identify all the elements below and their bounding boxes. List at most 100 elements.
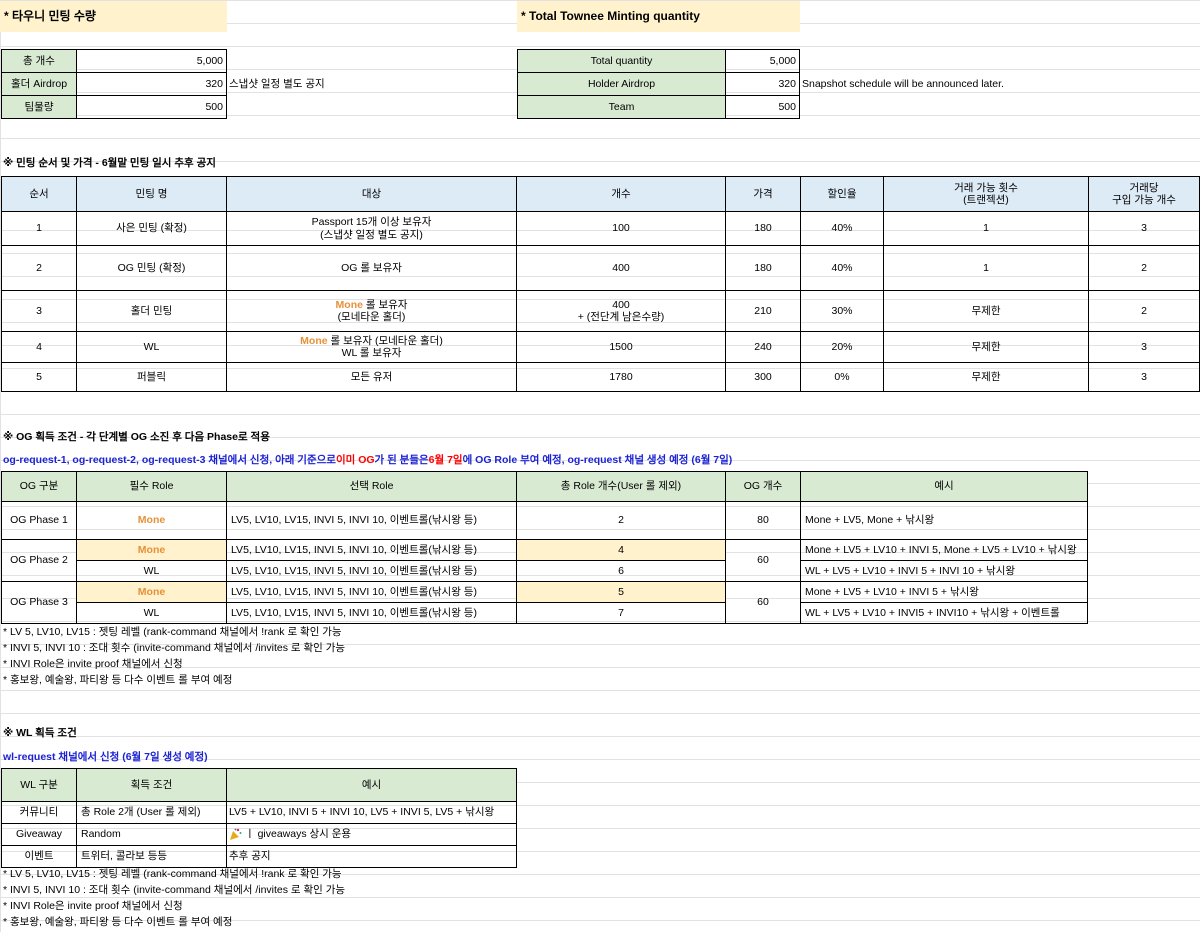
og-total-roles: 6 — [516, 560, 726, 582]
en-qty-note: Snapshot schedule will be announced late… — [802, 77, 1004, 90]
mint-header-tx: 거래 가능 횟수 (트랜젝션) — [883, 176, 1089, 212]
og-required-role: WL — [76, 560, 227, 582]
og-example: Mone + LV5 + LV10 + INVI 5 + 낚시왕 — [800, 581, 1088, 603]
og-total-roles: 5 — [516, 581, 726, 603]
mint-target-line: OG 롤 보유자 — [341, 262, 402, 274]
mint-header-qty: 개수 — [516, 176, 726, 212]
mint-target: 모든 유저 — [226, 362, 517, 392]
mint-discount: 30% — [800, 290, 884, 332]
og-phase-cell: OG Phase 3 — [1, 581, 77, 624]
mint-per-text: 2 — [1141, 304, 1147, 317]
mint-target: OG 롤 보유자 — [226, 245, 517, 291]
og-example: Mone + LV5 + LV10 + INVI 5, Mone + LV5 +… — [800, 539, 1088, 561]
en-qty-label: Team — [517, 95, 726, 119]
mint-tx: 1 — [883, 245, 1089, 291]
mint-discount: 0% — [800, 362, 884, 392]
ko-qty-label: 홀더 Airdrop — [1, 72, 77, 96]
mint-per-text: 2 — [1141, 261, 1147, 274]
og-count: 60 — [725, 539, 801, 582]
og-total-roles: 7 — [516, 602, 726, 624]
mint-per: 3 — [1088, 331, 1200, 363]
ko-qty-label: 총 개수 — [1, 49, 77, 73]
wl-type: 커뮤니티 — [1, 801, 77, 824]
mint-qty-extra: + (전단계 남은수량) — [577, 311, 665, 323]
og-example: WL + LV5 + LV10 + INVI5 + INVI10 + 낚시왕 +… — [800, 602, 1088, 624]
og-note: * INVI 5, INVI 10 : 조대 횟수 (invite-comman… — [3, 641, 346, 654]
og-phase-cell: OG Phase 1 — [1, 501, 77, 540]
og-required-role: WL — [76, 602, 227, 624]
mint-per: 2 — [1088, 245, 1200, 291]
ko-title: * 타우니 민팅 수량 — [0, 1, 227, 32]
wl-condition: 트위터, 콜라보 등등 — [76, 845, 227, 868]
og-optional-role: LV5, LV10, LV15, INVI 5, INVI 10, 이벤트롤(낚… — [226, 602, 517, 624]
mint-name-text: 퍼블릭 — [137, 370, 166, 383]
ko-qty-label: 팀물량 — [1, 95, 77, 119]
og-required-role: Mone — [76, 581, 227, 603]
og-required-role: Mone — [76, 501, 227, 540]
og-count: 60 — [725, 581, 801, 624]
mint-qty: 100 — [516, 211, 726, 246]
mint-tx: 1 — [883, 211, 1089, 246]
mint-price: 300 — [725, 362, 801, 392]
wl-condition: Random — [76, 823, 227, 846]
mint-name: 퍼블릭 — [76, 362, 227, 392]
og-header-count: OG 개수 — [725, 471, 801, 502]
mint-order-text: 1 — [36, 222, 42, 235]
wl-example-text: ㅣ giveaways 상시 운용 — [245, 828, 352, 841]
en-title: * Total Townee Minting quantity — [517, 1, 800, 32]
mint-header-tx-line2: (트랜젝션) — [963, 194, 1009, 206]
mint-per: 2 — [1088, 290, 1200, 332]
mint-name: 홀더 민팅 — [76, 290, 227, 332]
mint-order-text: 2 — [36, 261, 42, 274]
mint-price: 180 — [725, 211, 801, 246]
mint-per: 3 — [1088, 211, 1200, 246]
party-popper-icon — [229, 828, 242, 841]
mint-tx-text: 무제한 — [971, 304, 1001, 317]
mint-target-line2: (스냅샷 일정 별도 공지) — [320, 228, 423, 241]
mint-tx: 무제한 — [883, 362, 1089, 392]
mint-target: Passport 15개 이상 보유자 (스냅샷 일정 별도 공지) — [226, 211, 517, 246]
mint-header-name: 민팅 명 — [76, 176, 227, 212]
wl-type: 이벤트 — [1, 845, 77, 868]
mint-target: Mone 롤 보유자 (모네타운 홀더) — [226, 290, 517, 332]
mint-price: 180 — [725, 245, 801, 291]
wl-notice: wl-request 채널에서 신청 (6월 7일 생성 예정) — [3, 750, 208, 763]
og-header-phase: OG 구분 — [1, 471, 77, 502]
mint-discount-text: 0% — [834, 370, 850, 383]
mint-discount: 20% — [800, 331, 884, 363]
mint-price-text: 180 — [754, 222, 772, 235]
en-qty-value: 5,000 — [725, 49, 800, 73]
wl-header-type: WL 구분 — [1, 768, 77, 802]
mint-discount: 40% — [800, 211, 884, 246]
mint-name-text: WL — [143, 340, 160, 353]
og-notice-part: og-request-1, og-request-2, og-request-3… — [3, 453, 336, 466]
mint-header-per-line2: 구입 가능 개수 — [1112, 194, 1176, 206]
mint-header-discount: 할인율 — [800, 176, 884, 212]
wl-example: 추후 공지 — [226, 845, 517, 868]
mint-header-target: 대상 — [226, 176, 517, 212]
og-note: * LV 5, LV10, LV15 : 젯팅 레벨 (rank-command… — [3, 625, 342, 638]
og-example: WL + LV5 + LV10 + INVI 5 + INVI 10 + 낚시왕 — [800, 560, 1088, 582]
og-total-roles: 2 — [516, 501, 726, 540]
og-total-roles: 4 — [516, 539, 726, 561]
wl-example: LV5 + LV10, INVI 5 + INVI 10, LV5 + INVI… — [226, 801, 517, 824]
mint-target-line: Mone 롤 보유자 — [336, 299, 408, 311]
og-notice-date: 6월 7일 — [428, 453, 463, 466]
mint-tx-text: 1 — [983, 222, 989, 235]
mint-target-role: OG 롤 보유자 — [341, 261, 402, 274]
og-required-role: Mone — [76, 539, 227, 561]
wl-note: * INVI 5, INVI 10 : 조대 횟수 (invite-comman… — [3, 883, 346, 896]
mint-discount-text: 40% — [831, 222, 853, 235]
og-notice-highlight: 이미 OG — [335, 453, 375, 466]
mint-heading: ※ 민팅 순서 및 가격 - 6월말 민팅 일시 추후 공지 — [3, 156, 216, 169]
mint-order-text: 3 — [36, 304, 42, 317]
mint-header-order: 순서 — [1, 176, 77, 212]
mint-qty-value: 100 — [612, 222, 630, 235]
mint-order: 1 — [1, 211, 77, 246]
og-optional-role: LV5, LV10, LV15, INVI 5, INVI 10, 이벤트롤(낚… — [226, 581, 517, 603]
mint-target-role: Passport 15개 이상 보유자 — [311, 216, 432, 229]
mint-header-per: 거래당 구입 가능 개수 — [1088, 176, 1200, 212]
og-example: Mone + LV5, Mone + 낚시왕 — [800, 501, 1088, 540]
mint-target-role: 모든 유저 — [350, 370, 393, 383]
wl-type: Giveaway — [1, 823, 77, 846]
